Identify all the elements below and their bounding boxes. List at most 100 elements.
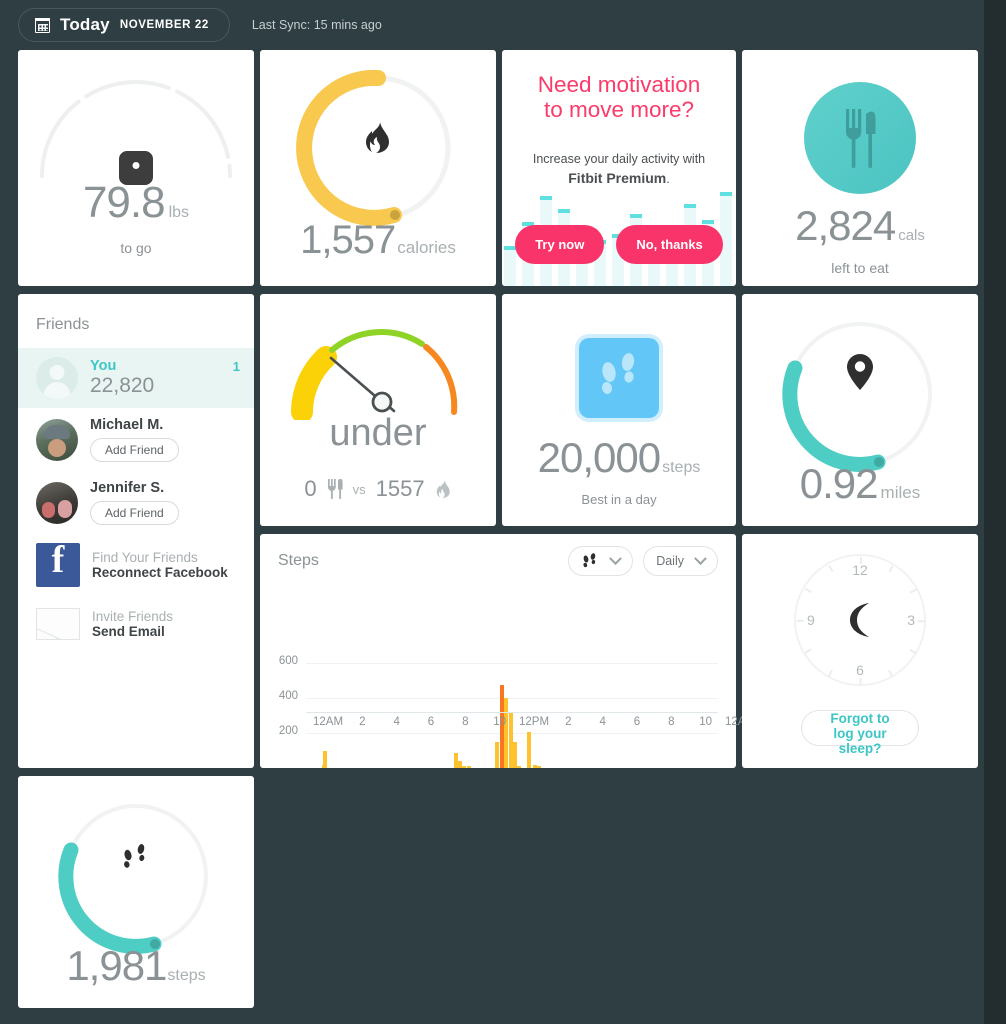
gauge-eaten-value: 0 xyxy=(304,476,317,501)
chart-x-label: 2 xyxy=(565,716,572,728)
clock-tick xyxy=(917,620,925,622)
food-value-row: 2,824 cals xyxy=(742,202,978,250)
chart-x-label: 10 xyxy=(493,716,507,728)
fork-knife-icon xyxy=(327,478,343,499)
weight-value: 79.8 xyxy=(82,178,166,227)
add-friend-button-jennifer[interactable]: Add Friend xyxy=(90,501,179,525)
gauge-comparison-row: 0 vs 1557 xyxy=(260,476,496,502)
friend-row-jennifer[interactable]: Jennifer S. Add Friend xyxy=(18,471,254,534)
top-bar: Today NOVEMBER 22 Last Sync: 15 mins ago xyxy=(0,0,1006,50)
clock-tick xyxy=(828,565,833,573)
date-label: NOVEMBER 22 xyxy=(119,19,209,31)
friend-row-you[interactable]: You 22,820 1 xyxy=(18,348,254,408)
promo-button-row: Try now No, thanks xyxy=(502,225,736,264)
clock-tick xyxy=(860,678,862,685)
friend-row-michael[interactable]: Michael M. Add Friend xyxy=(18,408,254,471)
weight-tile[interactable]: 79.8 lbs to go xyxy=(18,50,254,286)
chart-bar[interactable] xyxy=(517,766,522,768)
chart-y-label: 600 xyxy=(278,655,298,668)
steps-value-row: 1,981steps xyxy=(18,942,254,990)
chart-x-label: 8 xyxy=(462,716,469,728)
clock-tick xyxy=(888,669,894,677)
chart-bar[interactable] xyxy=(536,765,541,768)
reconnect-facebook-row[interactable]: Find Your Friends Reconnect Facebook xyxy=(18,534,254,596)
chart-bar[interactable] xyxy=(527,732,532,768)
promo-headline-line1: Need motivation xyxy=(537,72,701,97)
clock-tick xyxy=(909,648,917,654)
friends-tile: Friends You 22,820 1 Michael M. Add Frie… xyxy=(18,294,254,768)
clock-number-3: 3 xyxy=(907,612,915,628)
distance-progress-ring xyxy=(782,322,932,472)
try-now-button[interactable]: Try now xyxy=(515,225,605,264)
chart-x-label: 4 xyxy=(393,716,400,728)
chart-x-label: 8 xyxy=(668,716,675,728)
food-unit: cals xyxy=(898,227,925,244)
chart-bar[interactable] xyxy=(494,741,499,768)
log-sleep-button[interactable]: Forgot to log your sleep? xyxy=(801,710,919,756)
clock-number-6: 6 xyxy=(856,662,864,678)
chart-x-label: 6 xyxy=(427,716,435,728)
clock-tick xyxy=(888,565,894,573)
chart-controls: Daily xyxy=(568,546,718,576)
flame-icon xyxy=(366,122,389,153)
chart-bar[interactable] xyxy=(466,766,471,768)
best-day-badge xyxy=(579,338,659,418)
send-email-row[interactable]: Invite Friends Send Email xyxy=(18,596,254,652)
no-thanks-button[interactable]: No, thanks xyxy=(616,225,723,264)
best-day-value: 20,000 xyxy=(537,434,661,481)
period-selector-dropdown[interactable]: Daily xyxy=(643,546,718,576)
clock-tick xyxy=(796,620,804,622)
weight-value-row: 79.8 lbs xyxy=(18,178,254,228)
avatar-michael xyxy=(36,418,78,461)
friend-name-michael: Michael M. xyxy=(90,417,164,433)
gauge-vs-label: vs xyxy=(352,481,366,497)
map-pin-icon xyxy=(847,354,873,390)
metric-selector-dropdown[interactable] xyxy=(568,546,634,576)
calorie-balance-gauge-tile[interactable]: under 0 vs 1557 xyxy=(260,294,496,526)
friends-title: Friends xyxy=(36,316,90,333)
food-value: 2,824 xyxy=(795,202,896,249)
best-day-tile[interactable]: 20,000 steps Best in a day xyxy=(502,294,736,526)
email-top-label: Invite Friends xyxy=(92,609,174,624)
gauge-status: under xyxy=(329,412,427,454)
email-bottom-label: Send Email xyxy=(92,624,165,639)
friend-name-jennifer: Jennifer S. xyxy=(90,480,165,496)
distance-tile[interactable]: 0.92 miles xyxy=(742,294,978,526)
steps-value: 1,981 xyxy=(66,942,167,989)
clock-face: 12 3 6 9 xyxy=(794,554,926,686)
balance-gauge xyxy=(291,329,458,420)
chart-x-label: 4 xyxy=(599,716,606,728)
chart-bar[interactable] xyxy=(512,741,517,768)
promo-brand: Fitbit Premium xyxy=(568,170,667,187)
distance-value: 0.92 xyxy=(799,460,879,507)
avatar-you xyxy=(36,357,78,399)
sleep-tile[interactable]: 12 3 6 9 Forgot to log your sleep? xyxy=(742,534,978,768)
calories-value-row: 1,557 calories xyxy=(260,218,496,263)
fork-knife-icon xyxy=(846,109,876,168)
chart-x-axis-line xyxy=(306,712,718,713)
premium-promo-tile: Need motivation to move more? Increase y… xyxy=(502,50,736,286)
steps-tile[interactable]: 1,981steps xyxy=(18,776,254,1008)
gauge-burned-value: 1557 xyxy=(375,476,425,501)
best-day-sublabel: Best in a day xyxy=(581,492,657,507)
calories-burned-tile[interactable]: 1,557 calories xyxy=(260,50,496,286)
chart-title: Steps xyxy=(278,552,319,569)
chevron-down-icon xyxy=(694,551,707,565)
calories-value: 1,557 xyxy=(300,218,396,262)
friend-rank-you: 1 xyxy=(232,359,240,374)
calendar-icon xyxy=(35,17,50,33)
promo-subtext-line1: Increase your daily activity with xyxy=(532,152,706,166)
clock-number-12: 12 xyxy=(852,562,868,578)
steps-chart-tile: Steps Daily 200 400 600 12AM 2 4 6 8 10 12PM 2 4 6 8… xyxy=(260,534,755,768)
distance-unit: miles xyxy=(880,483,921,502)
facebook-top-label: Find Your Friends xyxy=(92,550,198,565)
envelope-icon xyxy=(36,608,80,640)
chart-bar[interactable] xyxy=(323,751,328,768)
period-selector-label: Daily xyxy=(656,554,684,568)
add-friend-button-michael[interactable]: Add Friend xyxy=(90,438,179,462)
chart-x-label: 10 xyxy=(699,716,713,728)
moon-icon xyxy=(850,603,869,637)
best-day-value-row: 20,000 steps xyxy=(502,434,736,482)
date-selector-button[interactable]: Today NOVEMBER 22 xyxy=(18,8,230,42)
food-tile[interactable]: 2,824 cals left to eat xyxy=(742,50,978,286)
